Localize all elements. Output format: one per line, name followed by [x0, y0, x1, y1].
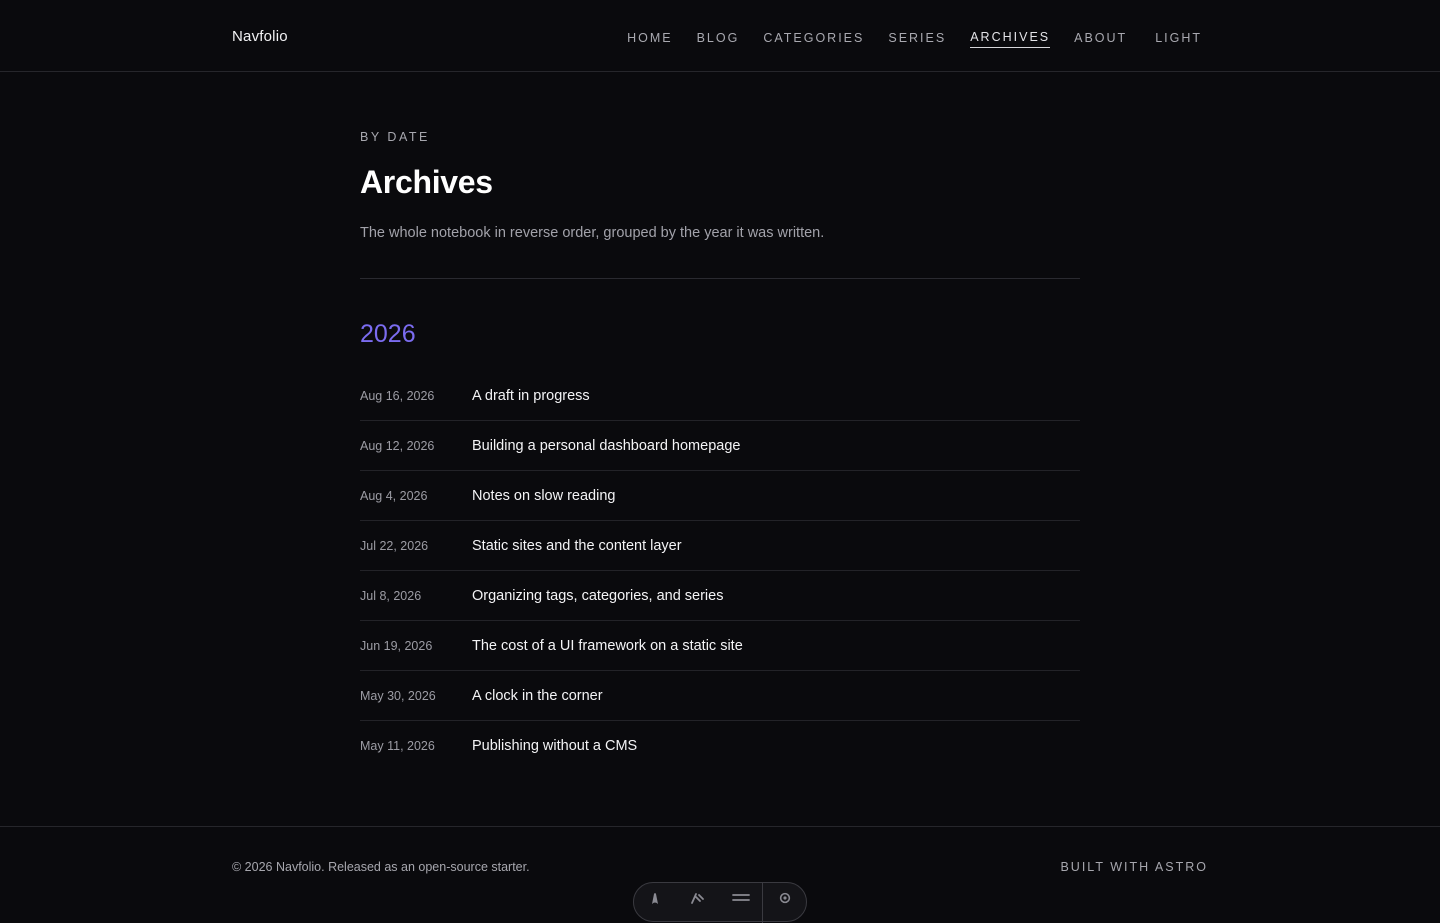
post-date: May 30, 2026: [360, 688, 436, 703]
site-header: Navfolio HOME BLOG CATEGORIES SERIES ARC…: [0, 0, 1440, 72]
post-date: May 11, 2026: [360, 739, 435, 753]
nav-blog[interactable]: BLOG: [697, 31, 740, 48]
page-title: Archives: [360, 164, 493, 200]
post-title-link[interactable]: A draft in progress: [472, 388, 590, 404]
year-heading: 2026: [360, 320, 416, 348]
theme-toggle-button[interactable]: LIGHT: [1155, 31, 1202, 48]
post-title-link[interactable]: Publishing without a CMS: [472, 738, 637, 754]
post-title-link[interactable]: Organizing tags, categories, and series: [472, 588, 723, 604]
post-row[interactable]: Aug 4, 2026 Notes on slow reading: [360, 471, 1080, 521]
post-row[interactable]: May 11, 2026 Publishing without a CMS: [360, 721, 1080, 771]
copyright-text: © 2026 Navfolio. Released as an open-sou…: [232, 860, 530, 874]
dev-toolbar: [633, 882, 807, 923]
main-nav: HOME BLOG CATEGORIES SERIES ARCHIVES ABO…: [627, 30, 1202, 48]
post-row[interactable]: Jul 22, 2026 Static sites and the conten…: [360, 521, 1080, 571]
post-title-link[interactable]: The cost of a UI framework on a static s…: [472, 638, 743, 654]
post-date: Aug 16, 2026: [360, 388, 435, 403]
post-title-link[interactable]: Static sites and the content layer: [472, 538, 682, 554]
built-with-link[interactable]: BUILT WITH ASTRO: [1060, 860, 1208, 874]
post-date: Aug 12, 2026: [360, 438, 435, 453]
nav-about[interactable]: ABOUT: [1074, 31, 1127, 48]
astro-icon[interactable]: [634, 883, 677, 913]
nav-archives[interactable]: ARCHIVES: [970, 30, 1051, 48]
nav-home[interactable]: HOME: [627, 31, 673, 48]
nav-series[interactable]: SERIES: [888, 31, 946, 48]
post-row[interactable]: Jun 19, 2026 The cost of a UI framework …: [360, 621, 1080, 671]
post-date: Jun 19, 2026: [360, 638, 433, 653]
header-divider: [360, 278, 1080, 279]
post-date: Jul 8, 2026: [360, 588, 422, 603]
post-date: Aug 4, 2026: [360, 488, 428, 503]
page-description: The whole notebook in reverse order, gro…: [360, 225, 825, 241]
post-row[interactable]: Jul 8, 2026 Organizing tags, categories,…: [360, 571, 1080, 621]
post-row[interactable]: Aug 16, 2026 A draft in progress: [360, 371, 1080, 421]
post-title-link[interactable]: Notes on slow reading: [472, 488, 615, 504]
menu-icon[interactable]: [720, 883, 763, 913]
inspect-icon[interactable]: [677, 883, 720, 913]
nav-categories[interactable]: CATEGORIES: [763, 31, 864, 48]
post-title-link[interactable]: Building a personal dashboard homepage: [472, 438, 740, 454]
settings-icon[interactable]: [763, 883, 806, 913]
post-row[interactable]: May 30, 2026 A clock in the corner: [360, 671, 1080, 721]
post-row[interactable]: Aug 12, 2026 Building a personal dashboa…: [360, 421, 1080, 471]
post-list: Aug 16, 2026 A draft in progress Aug 12,…: [360, 371, 1080, 771]
post-date: Jul 22, 2026: [360, 538, 429, 553]
brand-logo[interactable]: Navfolio: [232, 28, 288, 45]
page-eyebrow: BY DATE: [360, 130, 430, 144]
post-title-link[interactable]: A clock in the corner: [472, 688, 603, 704]
